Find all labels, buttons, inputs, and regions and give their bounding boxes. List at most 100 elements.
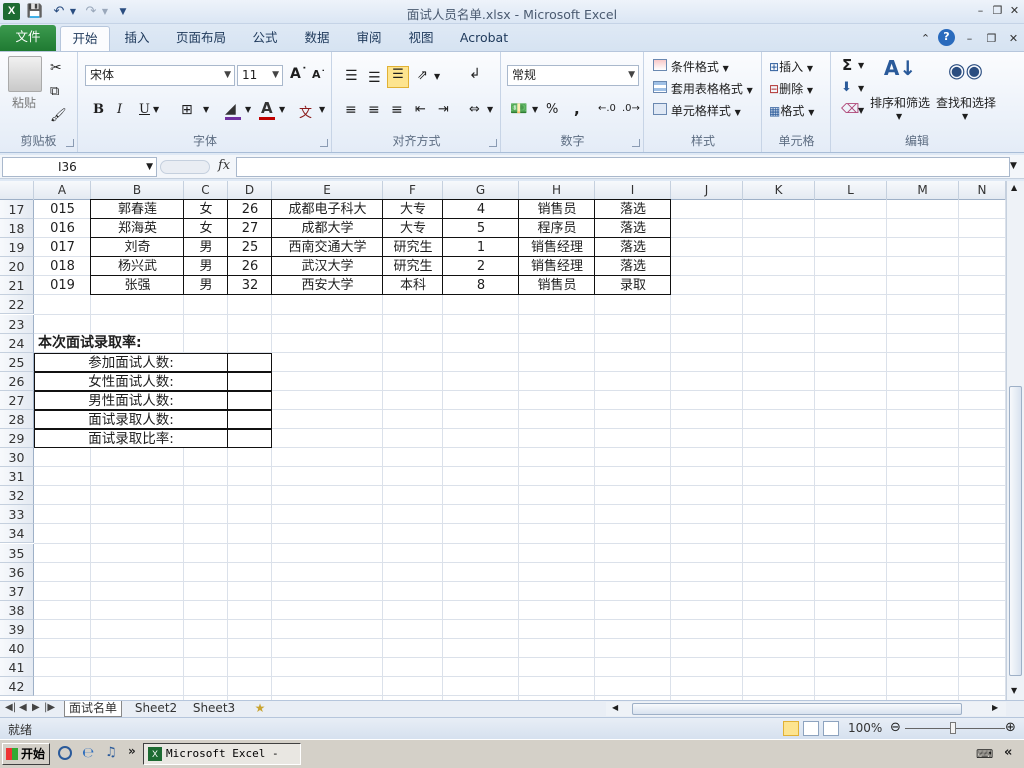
close-icon[interactable]: ✕ [1007, 3, 1022, 18]
wb-minimize-icon[interactable]: – [962, 31, 977, 46]
copy-icon[interactable]: ⧉ [50, 84, 59, 99]
row-header[interactable]: 26 [0, 372, 34, 391]
column-header[interactable]: C [184, 181, 228, 200]
summary-title[interactable]: 本次面试录取率: [38, 334, 142, 353]
select-all-corner[interactable] [0, 181, 34, 200]
column-header[interactable]: I [595, 181, 671, 200]
row-header[interactable]: 25 [0, 353, 34, 372]
row-header[interactable]: 41 [0, 658, 34, 677]
minimize-icon[interactable]: – [973, 3, 988, 18]
row-header[interactable]: 32 [0, 486, 34, 505]
clear-icon[interactable]: ⌫ [841, 102, 859, 117]
chevron-down-icon[interactable]: ▼ [532, 105, 538, 114]
font-size-select[interactable]: 11 ▼ [237, 65, 283, 86]
column-header[interactable]: D [228, 181, 272, 200]
row-header[interactable]: 24 [0, 334, 34, 353]
tab-page-layout[interactable]: 页面布局 [168, 26, 234, 51]
chevron-down-icon[interactable]: ▼ [203, 105, 209, 114]
underline-button[interactable]: U [139, 102, 150, 117]
new-sheet-icon[interactable]: ★ [250, 701, 270, 717]
chevron-down-icon[interactable]: ▼ [279, 105, 285, 114]
row-header[interactable]: 21 [0, 276, 34, 295]
column-header[interactable]: E [272, 181, 383, 200]
table-cell[interactable]: 016 [34, 219, 91, 238]
row-header[interactable]: 33 [0, 505, 34, 524]
next-sheet-icon[interactable]: ▶ [32, 702, 40, 713]
cell-styles-button[interactable]: 单元格样式 ▼ [653, 102, 741, 119]
font-name-select[interactable]: 宋体 ▼ [85, 65, 235, 86]
row-header[interactable]: 22 [0, 295, 34, 314]
column-header[interactable]: F [383, 181, 443, 200]
row-header[interactable]: 36 [0, 563, 34, 582]
chevron-down-icon[interactable]: ▼ [962, 112, 968, 121]
tab-view[interactable]: 视图 [400, 26, 442, 51]
wb-close-icon[interactable]: ✕ [1006, 31, 1021, 46]
wrap-text-icon[interactable]: ↲ [469, 66, 481, 82]
scroll-down-icon[interactable]: ▼ [1011, 686, 1017, 695]
font-color-icon[interactable]: A [261, 99, 273, 117]
row-header[interactable]: 40 [0, 639, 34, 658]
tray-expand-icon[interactable]: « [1004, 745, 1012, 760]
zoom-level[interactable]: 100% [848, 721, 882, 735]
clipboard-launcher-icon[interactable] [66, 139, 74, 147]
chevron-down-icon[interactable]: ▼ [487, 105, 493, 114]
tab-data[interactable]: 数据 [296, 26, 338, 51]
summary-label[interactable]: 女性面试人数: [34, 372, 228, 391]
delete-cells-button[interactable]: ⊟删除 ▼ [769, 80, 813, 97]
column-header[interactable]: N [959, 181, 1006, 200]
paste-button[interactable]: 粘贴 [12, 94, 36, 111]
summary-value-cell[interactable] [227, 353, 272, 372]
zoom-slider-thumb[interactable] [950, 722, 956, 734]
row-header[interactable]: 39 [0, 620, 34, 639]
zoom-out-icon[interactable]: ⊖ [890, 720, 901, 735]
sheet-tab-2[interactable]: Sheet2 [130, 701, 182, 717]
shrink-font-icon[interactable]: A˙ [312, 68, 326, 81]
insert-cells-button[interactable]: ⊞插入 ▼ [769, 58, 813, 75]
summary-value-cell[interactable] [227, 410, 272, 429]
page-break-view-icon[interactable] [823, 721, 839, 736]
chevron-down-icon[interactable]: ▼ [896, 112, 902, 121]
media-icon[interactable]: ♫ [105, 745, 117, 760]
column-header[interactable]: J [671, 181, 743, 200]
more-launch-icon[interactable]: » [128, 744, 136, 758]
column-header[interactable]: G [443, 181, 519, 200]
table-cell[interactable]: 019 [34, 276, 91, 295]
tab-file[interactable]: 文件 [0, 25, 56, 51]
format-painter-icon[interactable]: 🖌 [50, 108, 67, 123]
summary-value-cell[interactable] [227, 429, 272, 448]
row-header[interactable]: 38 [0, 601, 34, 620]
column-header[interactable]: K [743, 181, 815, 200]
row-header[interactable]: 35 [0, 544, 34, 563]
last-sheet-icon[interactable]: |▶ [44, 702, 55, 713]
accounting-format-icon[interactable]: 💵 [510, 101, 527, 117]
expand-formula-icon[interactable]: ▼ [1010, 161, 1017, 171]
decrease-decimal-icon[interactable]: .0→ [622, 103, 640, 114]
restore-icon[interactable]: ❐ [990, 3, 1005, 18]
align-bottom-icon[interactable]: ☰ [387, 66, 409, 88]
row-header[interactable]: 27 [0, 391, 34, 410]
tab-home[interactable]: 开始 [60, 26, 110, 51]
chevron-down-icon[interactable]: ▼ [319, 105, 325, 114]
summary-label[interactable]: 男性面试人数: [34, 391, 228, 410]
font-launcher-icon[interactable] [320, 139, 328, 147]
chevron-down-icon[interactable]: ▼ [153, 105, 159, 114]
horizontal-scrollbar[interactable]: ◀ ▶ [606, 702, 1006, 716]
row-header[interactable]: 31 [0, 467, 34, 486]
decrease-indent-icon[interactable]: ⇤ [415, 102, 426, 117]
wb-restore-icon[interactable]: ❐ [984, 31, 999, 46]
orientation-icon[interactable]: ⇗ [417, 68, 428, 83]
ribbon-minimize-icon[interactable]: ⌃ [918, 31, 933, 46]
chevron-down-icon[interactable]: ▼ [858, 106, 864, 115]
scroll-right-icon[interactable]: ▶ [992, 703, 998, 712]
row-header[interactable]: 20 [0, 257, 34, 276]
summary-value-cell[interactable] [227, 372, 272, 391]
alignment-launcher-icon[interactable] [489, 139, 497, 147]
summary-label[interactable]: 参加面试人数: [34, 353, 228, 372]
formula-input[interactable] [236, 157, 1010, 177]
fill-color-icon[interactable]: ◢ [225, 101, 236, 117]
insert-function-button[interactable]: fx [218, 158, 230, 173]
vertical-scrollbar[interactable]: ▲ ▼ [1006, 181, 1024, 700]
row-header[interactable]: 30 [0, 448, 34, 467]
chevron-down-icon[interactable]: ▼ [858, 84, 864, 93]
worksheet-grid[interactable]: ABCDEFGHIJKLMN 17 18 19 20 21 22 23 24 25 26 27 28 2… [0, 181, 1006, 700]
